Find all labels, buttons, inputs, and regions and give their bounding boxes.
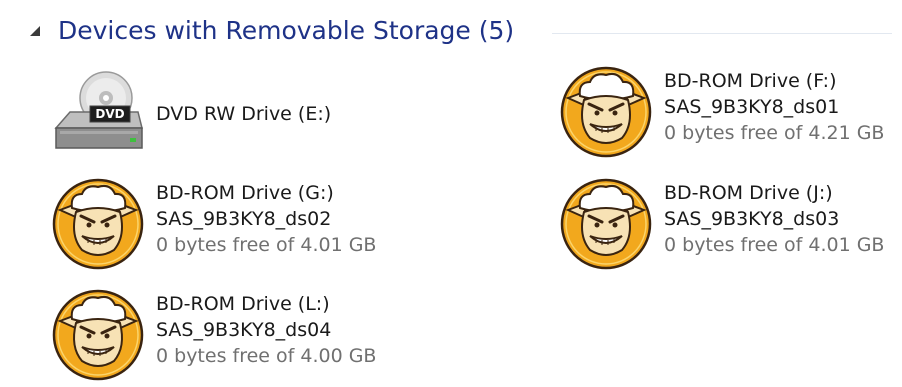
explorer-window: Devices with Removable Storage (5) DVD D…: [0, 0, 902, 387]
device-free-space: 0 bytes free of 4.00 GB: [156, 345, 377, 367]
device-text: DVD RW Drive (E:): [156, 101, 331, 127]
device-text: BD-ROM Drive (F:) SAS_9B3KY8_ds01 0 byte…: [664, 68, 884, 146]
device-free-space: 0 bytes free of 4.01 GB: [156, 234, 377, 256]
sheep-mascot-icon: [558, 174, 654, 270]
device-tile-bd-g[interactable]: BD-ROM Drive (G:) SAS_9B3KY8_ds02 0 byte…: [50, 174, 395, 274]
device-free-space: 0 bytes free of 4.21 GB: [664, 122, 885, 144]
device-text: BD-ROM Drive (G:) SAS_9B3KY8_ds02 0 byte…: [156, 180, 376, 258]
device-free-space: 0 bytes free of 4.01 GB: [664, 234, 885, 256]
group-header[interactable]: Devices with Removable Storage (5): [0, 0, 902, 60]
device-name: BD-ROM Drive (G:): [156, 182, 334, 204]
group-divider: [552, 33, 892, 34]
device-name: BD-ROM Drive (J:): [664, 182, 833, 204]
device-name: BD-ROM Drive (L:): [156, 293, 330, 315]
device-volume-label: SAS_9B3KY8_ds02: [156, 208, 332, 230]
device-text: BD-ROM Drive (J:) SAS_9B3KY8_ds03 0 byte…: [664, 180, 884, 258]
device-tile-dvd-e[interactable]: DVD DVD RW Drive (E:): [50, 68, 395, 168]
collapse-triangle-icon[interactable]: [28, 24, 42, 38]
device-volume-label: SAS_9B3KY8_ds04: [156, 319, 332, 341]
device-tile-bd-l[interactable]: BD-ROM Drive (L:) SAS_9B3KY8_ds04 0 byte…: [50, 285, 395, 385]
group-title: Devices with Removable Storage (5): [58, 16, 515, 45]
device-volume-label: SAS_9B3KY8_ds01: [664, 96, 840, 118]
device-volume-label: SAS_9B3KY8_ds03: [664, 208, 840, 230]
sheep-mascot-icon: [50, 174, 146, 270]
device-name: DVD RW Drive (E:): [156, 103, 332, 125]
sheep-mascot-icon: [50, 285, 146, 381]
sheep-mascot-icon: [558, 62, 654, 158]
device-text: BD-ROM Drive (L:) SAS_9B3KY8_ds04 0 byte…: [156, 291, 376, 369]
device-tile-bd-f[interactable]: BD-ROM Drive (F:) SAS_9B3KY8_ds01 0 byte…: [558, 62, 902, 162]
dvd-badge-text: DVD: [95, 107, 124, 121]
dvd-drive-icon: DVD: [54, 71, 143, 149]
device-tile-bd-j[interactable]: BD-ROM Drive (J:) SAS_9B3KY8_ds03 0 byte…: [558, 174, 902, 274]
device-name: BD-ROM Drive (F:): [664, 70, 837, 92]
